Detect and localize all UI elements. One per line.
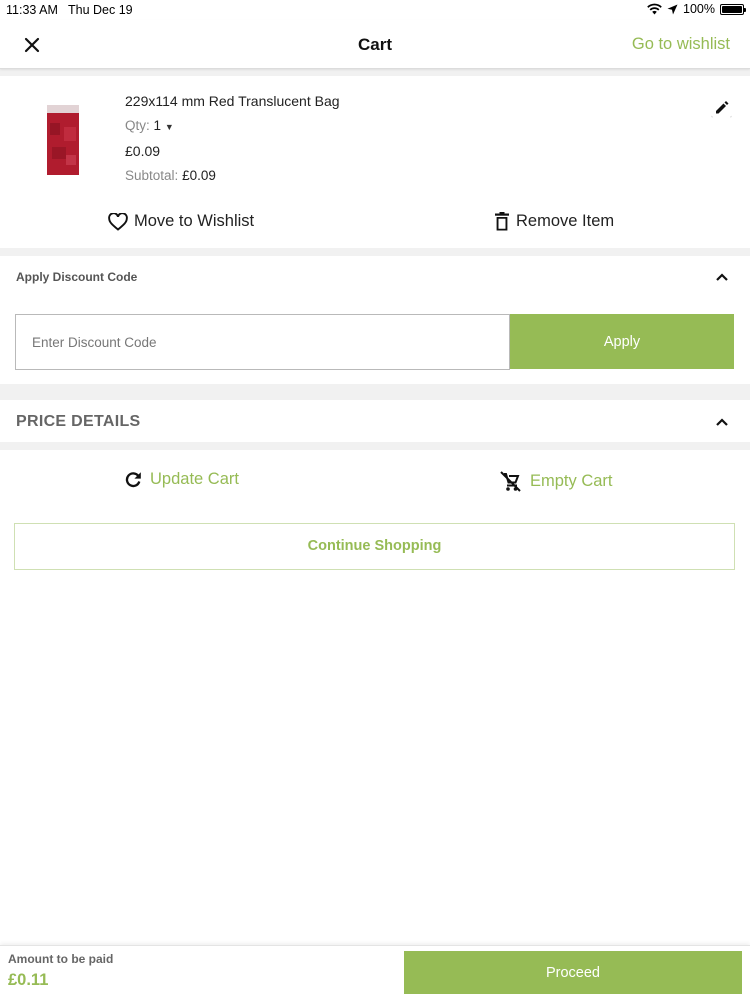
go-to-wishlist-link[interactable]: Go to wishlist xyxy=(632,35,730,54)
edit-item-button[interactable] xyxy=(710,96,734,118)
quantity-dropdown[interactable]: Qty: 1 ▼ xyxy=(125,118,174,133)
item-price: £0.09 xyxy=(125,143,161,159)
remove-item-label: Remove Item xyxy=(516,212,615,230)
location-icon xyxy=(667,4,678,14)
status-time: 11:33 AM xyxy=(6,3,58,17)
price-details-heading[interactable]: PRICE DETAILS xyxy=(16,413,141,431)
subtotal-label: Subtotal: xyxy=(125,168,179,183)
product-image[interactable] xyxy=(46,105,80,175)
battery-icon xyxy=(720,3,746,15)
pencil-icon xyxy=(711,101,732,118)
status-date: Thu Dec 19 xyxy=(68,3,133,17)
quantity-label: Qty: xyxy=(125,118,150,133)
remove-item-button[interactable]: Remove Item xyxy=(494,212,614,231)
product-name[interactable]: 229x114 mm Red Translucent Bag xyxy=(125,93,340,109)
apply-discount-button[interactable]: Apply xyxy=(510,314,734,369)
caret-down-icon: ▼ xyxy=(164,122,174,132)
discount-heading[interactable]: Apply Discount Code xyxy=(16,270,137,284)
amount-label: Amount to be paid xyxy=(8,952,114,966)
trash-icon xyxy=(495,212,509,231)
discount-code-input[interactable] xyxy=(15,314,510,370)
move-to-wishlist-button[interactable]: Move to Wishlist xyxy=(108,212,254,231)
heart-icon xyxy=(108,212,128,231)
status-indicators: 100% xyxy=(647,2,746,16)
navigation-bar: Cart Go to wishlist xyxy=(0,20,750,69)
update-cart-button[interactable]: Update Cart xyxy=(124,470,239,489)
item-subtotal: Subtotal: £0.09 xyxy=(125,168,216,183)
chevron-up-icon[interactable] xyxy=(715,272,729,282)
quantity-value: 1 xyxy=(153,118,162,133)
status-bar: 11:33 AM Thu Dec 19 100% xyxy=(0,0,750,20)
chevron-up-icon[interactable] xyxy=(715,417,729,427)
continue-shopping-button[interactable]: Continue Shopping xyxy=(14,523,735,570)
proceed-button[interactable]: Proceed xyxy=(404,951,742,994)
battery-percent: 100% xyxy=(683,2,715,16)
empty-cart-label: Empty Cart xyxy=(530,471,613,490)
wifi-icon xyxy=(647,3,662,15)
subtotal-value: £0.09 xyxy=(182,168,216,183)
refresh-icon xyxy=(125,471,141,487)
amount-value: £0.11 xyxy=(8,971,49,989)
remove-cart-icon xyxy=(500,471,521,492)
update-cart-label: Update Cart xyxy=(150,470,239,488)
move-to-wishlist-label: Move to Wishlist xyxy=(134,212,255,230)
empty-cart-button[interactable]: Empty Cart xyxy=(500,470,613,492)
